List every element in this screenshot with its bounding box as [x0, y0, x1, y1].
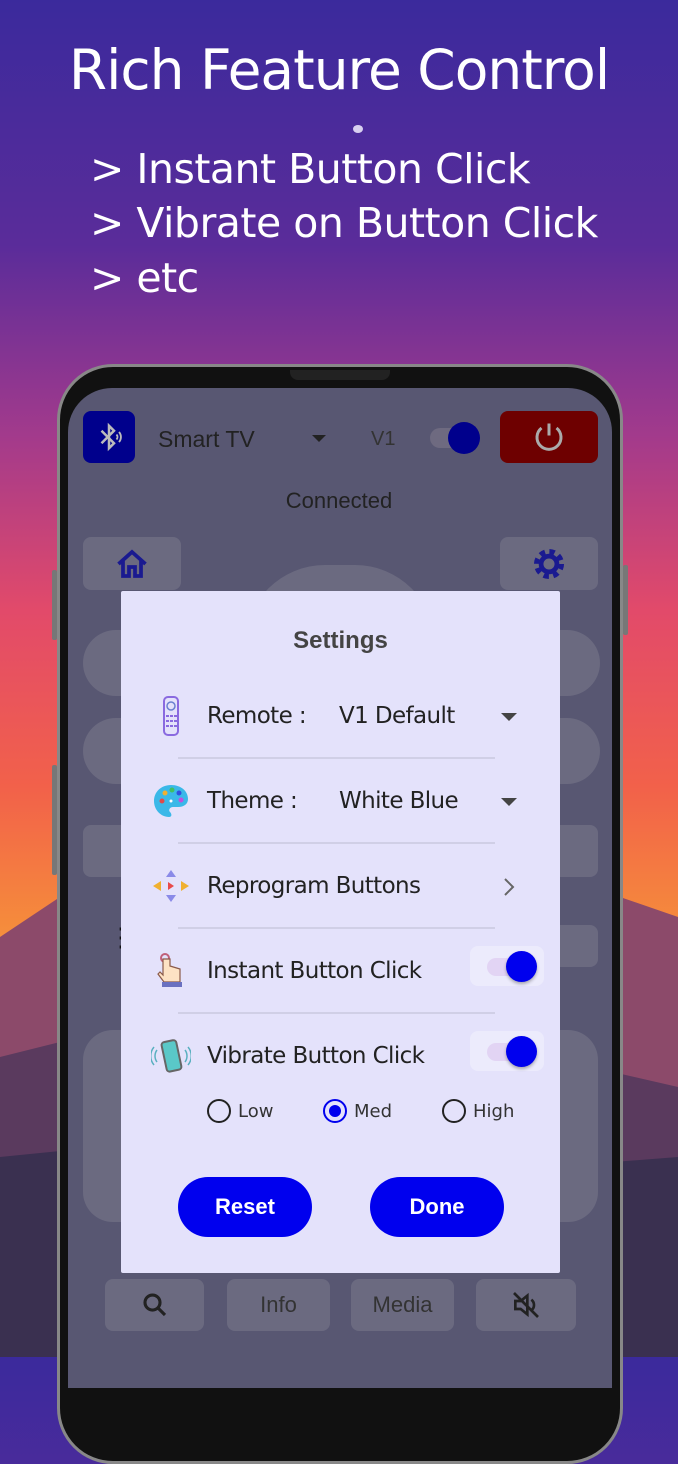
- divider: [178, 927, 495, 929]
- radio-med[interactable]: Med: [323, 1099, 392, 1123]
- info-button[interactable]: Info: [227, 1279, 330, 1331]
- device-selector[interactable]: Smart TV: [158, 426, 255, 453]
- media-button[interactable]: Media: [351, 1279, 454, 1331]
- remote-value: V1 Default: [339, 703, 455, 729]
- reset-button[interactable]: Reset: [178, 1177, 312, 1237]
- chevron-right-icon: [504, 878, 515, 896]
- radio-circle-selected[interactable]: [323, 1099, 347, 1123]
- chevron-down-icon: [501, 798, 517, 806]
- radio-circle[interactable]: [442, 1099, 466, 1123]
- phone-side-button: [52, 570, 57, 640]
- dpad-arrows-icon: [153, 870, 189, 902]
- bluetooth-icon: [100, 422, 122, 452]
- reprogram-buttons-item[interactable]: Reprogram Buttons: [121, 861, 560, 911]
- divider: [178, 757, 495, 759]
- connection-status: Connected: [285, 488, 393, 513]
- theme-selector[interactable]: Theme : White Blue: [121, 776, 560, 826]
- decorative-dot: [353, 125, 363, 133]
- vibrate-click-label: Vibrate Button Click: [207, 1043, 425, 1069]
- finger-tap-icon: [157, 953, 182, 987]
- settings-dialog: Settings Remote : V1 Default Theme : Whi…: [121, 591, 560, 1273]
- home-button[interactable]: [83, 537, 181, 590]
- mute-button[interactable]: [476, 1279, 576, 1331]
- phone-notch: [290, 370, 390, 380]
- promo-bullet: > etc: [90, 254, 199, 302]
- version-toggle[interactable]: [430, 422, 480, 454]
- promo-bullet: > Instant Button Click: [90, 145, 531, 193]
- promo-headline: Rich Feature Control: [68, 38, 610, 102]
- gear-icon: [533, 548, 565, 579]
- promo-bullet: > Vibrate on Button Click: [90, 199, 598, 247]
- vibrate-click-row: Vibrate Button Click: [121, 1031, 560, 1081]
- phone-side-button: [52, 765, 57, 875]
- chevron-down-icon: [501, 713, 517, 721]
- chevron-down-icon[interactable]: [312, 435, 326, 442]
- reprogram-label: Reprogram Buttons: [207, 873, 421, 899]
- palette-icon: [154, 785, 188, 817]
- divider: [178, 1012, 495, 1014]
- search-icon: [142, 1293, 166, 1317]
- radio-label: Low: [238, 1100, 274, 1122]
- radio-label: Med: [354, 1100, 393, 1122]
- radio-label: High: [473, 1100, 515, 1122]
- theme-value: White Blue: [339, 788, 459, 814]
- remote-icon: [163, 696, 179, 736]
- phone-side-button: [623, 565, 628, 635]
- search-button[interactable]: [105, 1279, 204, 1331]
- instant-click-toggle[interactable]: [470, 946, 544, 986]
- remote-selector[interactable]: Remote : V1 Default: [121, 691, 560, 741]
- power-button[interactable]: [500, 411, 598, 463]
- radio-circle[interactable]: [207, 1099, 231, 1123]
- home-icon: [117, 548, 147, 578]
- theme-label: Theme :: [207, 788, 298, 814]
- divider: [178, 842, 495, 844]
- radio-low[interactable]: Low: [207, 1099, 273, 1123]
- remote-label: Remote :: [207, 703, 307, 729]
- instant-click-label: Instant Button Click: [207, 958, 422, 984]
- settings-button[interactable]: [500, 537, 598, 590]
- power-icon: [535, 423, 563, 451]
- mute-icon: [513, 1292, 539, 1318]
- bluetooth-button[interactable]: [83, 411, 135, 463]
- dialog-title: Settings: [293, 627, 388, 654]
- done-button[interactable]: Done: [370, 1177, 504, 1237]
- vibrate-phone-icon: [151, 1039, 191, 1073]
- version-label: V1: [371, 428, 396, 450]
- instant-click-row: Instant Button Click: [121, 946, 560, 996]
- vibrate-click-toggle[interactable]: [470, 1031, 544, 1071]
- radio-high[interactable]: High: [442, 1099, 514, 1123]
